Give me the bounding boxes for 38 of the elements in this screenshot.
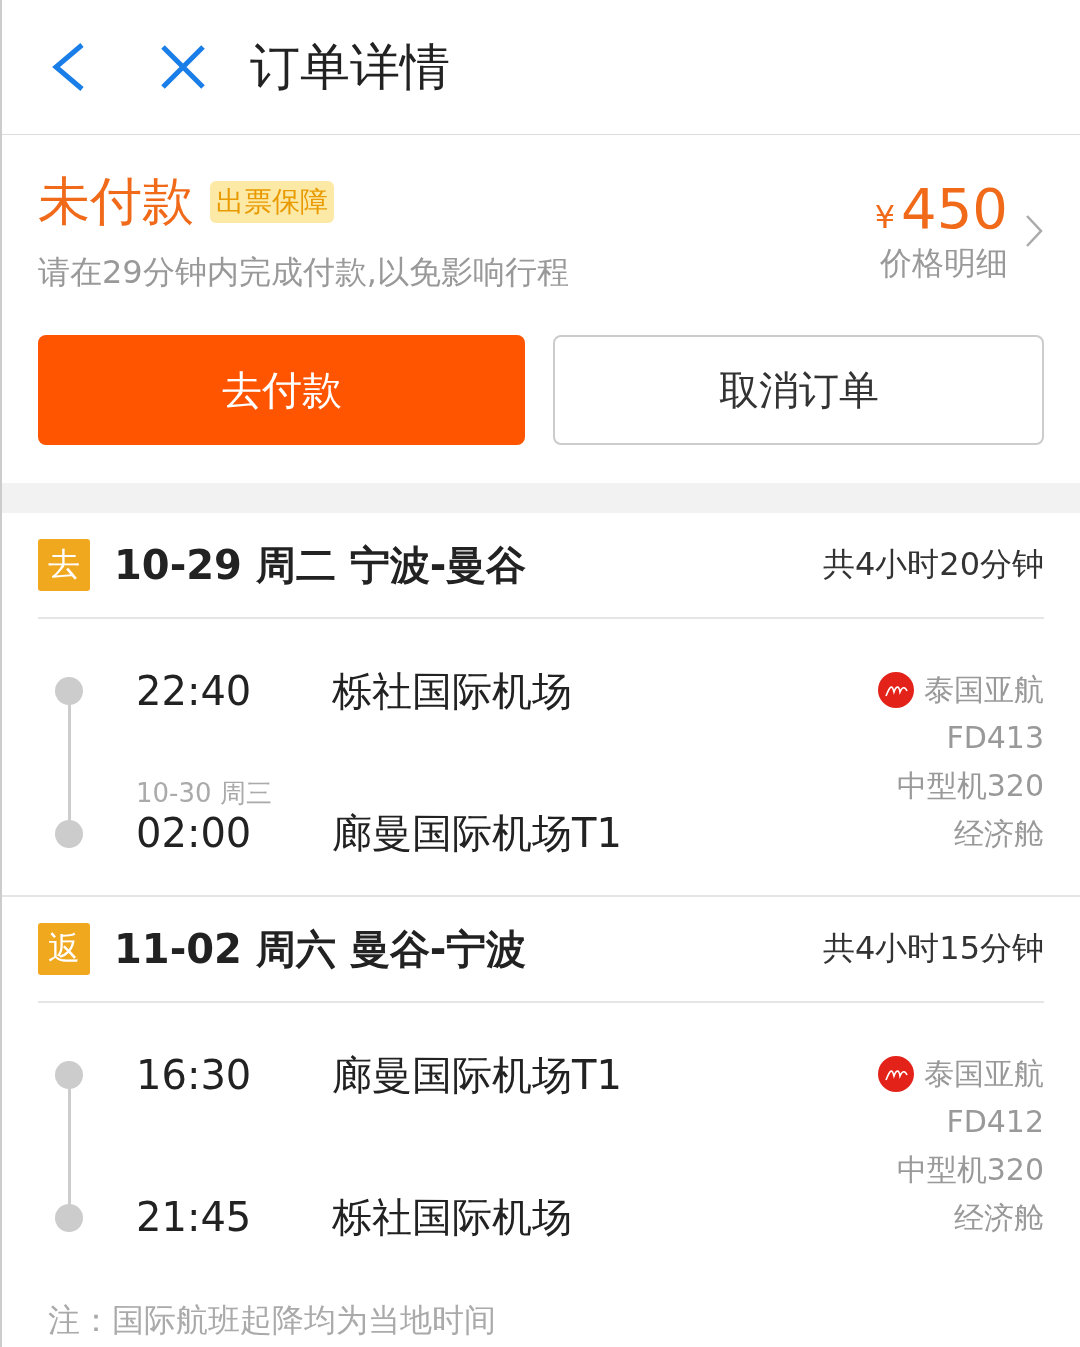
departure-airport: 栎社国际机场 bbox=[332, 667, 572, 715]
currency-symbol: ¥ bbox=[874, 198, 896, 236]
arrival-airport: 栎社国际机场 bbox=[332, 1193, 572, 1241]
airline-logo-icon bbox=[878, 1056, 914, 1092]
back-icon[interactable] bbox=[50, 42, 86, 92]
cancel-order-button[interactable]: 取消订单 bbox=[553, 335, 1044, 445]
segment-title: 11-02 周六 曼谷-宁波 bbox=[114, 924, 528, 974]
page-title: 订单详情 bbox=[250, 36, 450, 98]
cabin-class: 经济舱 bbox=[954, 815, 1044, 853]
airline-name: 泰国亚航 bbox=[924, 671, 1044, 709]
cabin-class: 经济舱 bbox=[954, 1199, 1044, 1237]
airline-logo-icon bbox=[878, 672, 914, 708]
departure-airport: 廊曼国际机场T1 bbox=[332, 1051, 622, 1099]
payment-hint: 请在29分钟内完成付款,以免影响行程 bbox=[38, 252, 569, 293]
price-detail-link[interactable]: 价格明细 bbox=[880, 242, 1008, 286]
departure-time: 22:40 bbox=[136, 667, 253, 715]
flight-duration: 共4小时15分钟 bbox=[822, 928, 1044, 969]
arrival-time: 21:45 bbox=[136, 1193, 253, 1241]
price-amount: 450 bbox=[901, 176, 1008, 242]
airline-name: 泰国亚航 bbox=[924, 1055, 1044, 1093]
segment-title: 10-29 周二 宁波-曼谷 bbox=[114, 540, 528, 590]
flight-duration: 共4小时20分钟 bbox=[822, 544, 1044, 585]
flight-number: FD412 bbox=[946, 1103, 1044, 1141]
arrival-time: 02:00 bbox=[136, 809, 253, 857]
departure-time: 16:30 bbox=[136, 1051, 253, 1099]
arrival-date: 10-30 周三 bbox=[136, 778, 272, 808]
close-icon[interactable] bbox=[160, 44, 206, 90]
aircraft-type: 中型机320 bbox=[896, 1151, 1044, 1189]
trip-tag: 去 bbox=[38, 539, 90, 591]
pay-button[interactable]: 去付款 bbox=[38, 335, 525, 445]
chevron-right-icon[interactable] bbox=[1024, 213, 1044, 249]
arrival-airport: 廊曼国际机场T1 bbox=[332, 809, 622, 857]
footnote: 注：国际航班起降均为当地时间 bbox=[47, 1300, 497, 1341]
trip-tag: 返 bbox=[38, 923, 90, 975]
flight-number: FD413 bbox=[946, 719, 1044, 757]
aircraft-type: 中型机320 bbox=[896, 767, 1044, 805]
guarantee-badge: 出票保障 bbox=[210, 181, 334, 223]
status-title: 未付款 bbox=[38, 170, 194, 233]
